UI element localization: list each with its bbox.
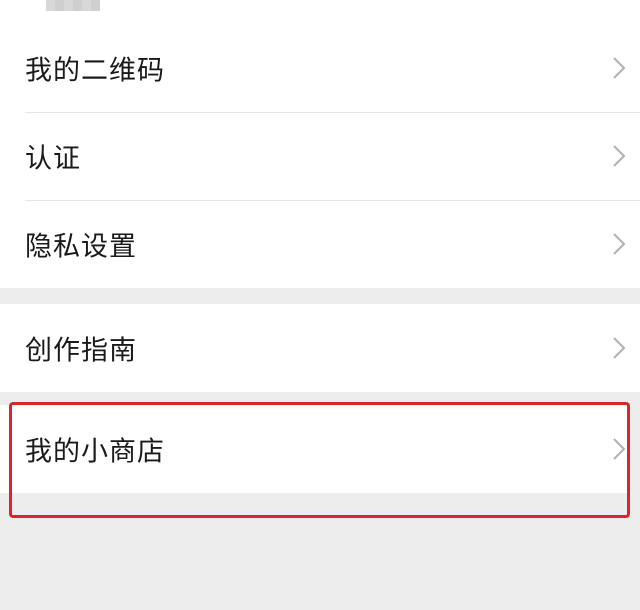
settings-group-1: 我的二维码 认证 隐私设置 xyxy=(0,24,640,288)
settings-group-2: 创作指南 xyxy=(0,304,640,392)
profile-header-remnant xyxy=(0,0,640,24)
menu-item-my-shop[interactable]: 我的小商店 xyxy=(0,405,627,493)
settings-screen: 我的二维码 认证 隐私设置 创作指南 我的小商店 xyxy=(0,0,640,610)
menu-item-label: 隐私设置 xyxy=(25,231,137,263)
menu-item-privacy-settings[interactable]: 隐私设置 xyxy=(0,200,640,288)
chevron-right-icon xyxy=(613,438,626,460)
chevron-right-icon xyxy=(613,57,626,79)
menu-item-my-qrcode[interactable]: 我的二维码 xyxy=(0,24,640,112)
menu-item-label: 认证 xyxy=(25,143,81,175)
menu-item-creation-guide[interactable]: 创作指南 xyxy=(0,304,640,392)
chevron-right-icon xyxy=(613,233,626,255)
menu-item-label: 我的小商店 xyxy=(25,436,165,468)
chevron-right-icon xyxy=(613,337,626,359)
menu-item-verification[interactable]: 认证 xyxy=(0,112,640,200)
settings-group-3: 我的小商店 xyxy=(0,405,627,493)
chevron-right-icon xyxy=(613,145,626,167)
menu-item-label: 创作指南 xyxy=(25,335,137,367)
blurred-username xyxy=(46,0,100,11)
menu-item-label: 我的二维码 xyxy=(25,55,165,87)
